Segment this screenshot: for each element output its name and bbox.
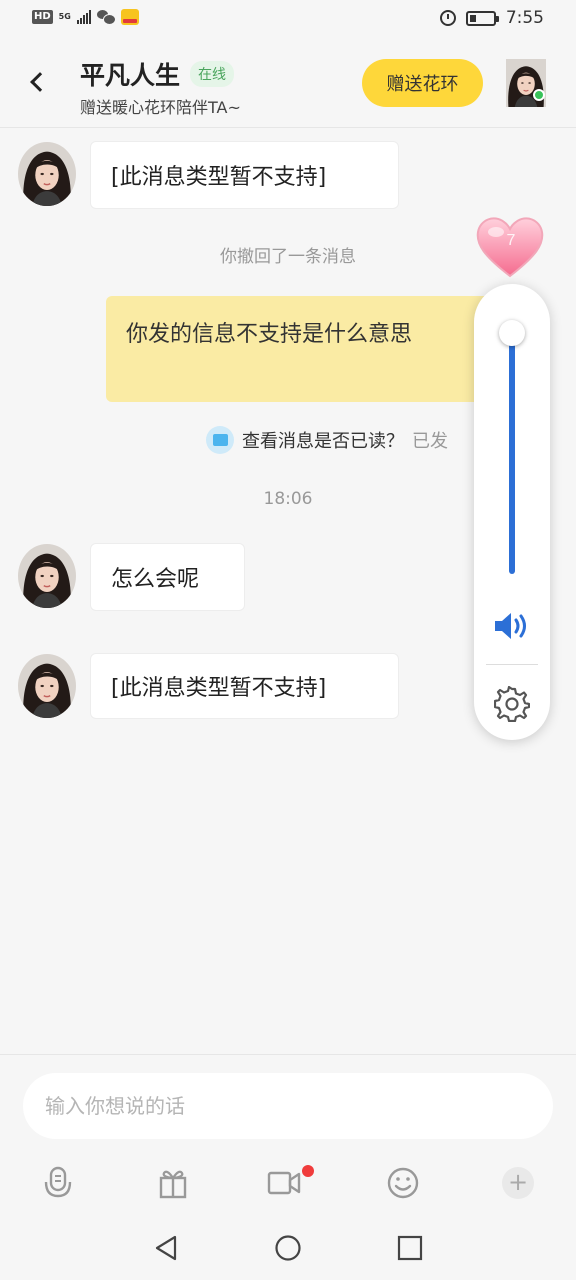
volume-slider-handle[interactable] [499,320,525,346]
signal-icon [76,10,91,24]
video-call-button[interactable] [266,1165,302,1201]
battery-icon [465,10,499,26]
notification-dot [302,1165,314,1177]
read-receipt-row[interactable]: 查看消息是否已读？ 已发 [206,426,448,454]
sender-avatar[interactable] [18,544,76,608]
chat-header: 平凡人生 在线 赠送暖心花环陪伴TA~ 赠送花环 [0,40,576,128]
heart-icon[interactable]: 7 [474,212,546,280]
app-notification-icon [120,9,139,25]
incoming-message[interactable]: 怎么会呢 [90,543,245,611]
back-button[interactable] [22,64,52,100]
online-dot [533,89,545,101]
composer-area: + [0,1054,576,1216]
settings-gear-icon[interactable] [494,686,530,722]
system-nav-bar [0,1216,576,1280]
status-bar: HD 5G 7:55 [0,0,576,40]
timestamp: 18:06 [263,489,313,509]
volume-panel [474,284,550,740]
wechat-icon [96,10,116,25]
chevron-left-icon [30,72,50,92]
header-subtitle: 赠送暖心花环陪伴TA~ [80,98,241,117]
online-status-badge: 在线 [190,61,235,87]
send-garland-button[interactable]: 赠送花环 [362,59,483,107]
incoming-message[interactable]: [此消息类型暂不支持] [90,141,399,209]
emoji-button[interactable] [385,1165,421,1201]
sender-avatar[interactable] [18,654,76,718]
alarm-icon [439,10,456,26]
volume-slider-track[interactable] [509,330,515,574]
emoji-icon [387,1167,419,1199]
nav-recents-icon[interactable] [396,1234,424,1262]
contact-name: 平凡人生 [80,61,181,90]
nav-back-icon[interactable] [152,1234,180,1262]
gift-icon [159,1170,187,1199]
incoming-message[interactable]: [此消息类型暂不支持] [90,653,399,719]
recall-notice: 你撤回了一条消息 [220,247,356,267]
nav-home-icon[interactable] [274,1234,302,1262]
heart-count: 7 [507,232,516,249]
mail-icon [206,426,234,454]
read-check-link[interactable]: 查看消息是否已读？ [242,427,404,453]
sender-avatar[interactable] [18,142,76,206]
divider [486,664,538,665]
speaker-icon[interactable] [492,610,532,642]
plus-icon[interactable]: + [502,1167,534,1199]
message-input[interactable] [23,1073,553,1139]
voice-icon [44,1166,72,1198]
sent-status: 已发 [412,431,448,452]
gift-button[interactable] [155,1165,191,1201]
network-type: 5G [58,12,71,21]
hd-badge: HD [32,10,53,24]
voice-button[interactable] [40,1165,76,1201]
outgoing-message[interactable]: 你发的信息不支持是什么意思 [106,296,496,402]
video-call-icon [267,1171,301,1195]
clock: 7:55 [505,8,544,28]
